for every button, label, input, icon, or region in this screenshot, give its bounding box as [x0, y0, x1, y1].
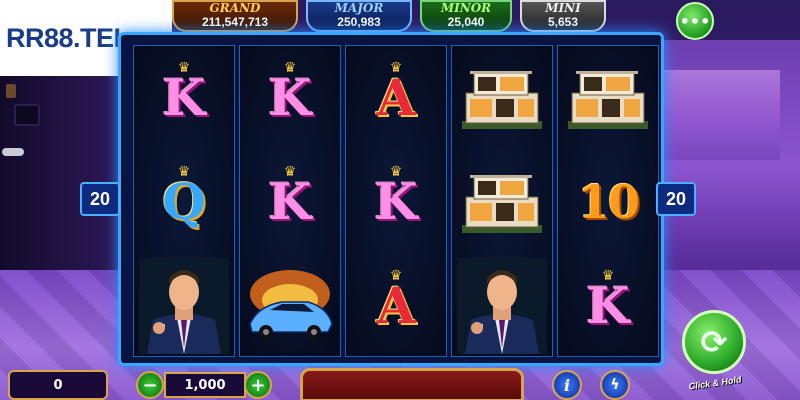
jackpot-mini: MINI 5,653 — [520, 0, 606, 32]
jackpot-grand: GRAND 211,547,713 — [172, 0, 298, 32]
reel-symbol: ♛ K — [134, 46, 234, 150]
building-symbol-icon — [568, 71, 648, 129]
crown-icon: ♛ — [389, 164, 403, 180]
card-symbol-k: K — [268, 172, 312, 231]
jackpot-major-label: MAJOR — [334, 1, 384, 15]
reel-symbol: ♛ K — [240, 150, 340, 254]
crown-icon: ♛ — [177, 164, 191, 180]
reel-symbol: 10 — [558, 150, 658, 254]
card-symbol-a: A — [376, 276, 416, 335]
jackpot-mini-value: 5,653 — [547, 15, 579, 29]
jackpot-minor: MINOR 25,040 — [420, 0, 512, 32]
bet-increase-button[interactable]: + — [244, 371, 272, 399]
reel-1: ♛ K ♛ Q — [133, 45, 235, 357]
reel-symbol: ♛ A — [346, 254, 446, 358]
building-symbol-icon — [462, 71, 542, 129]
crown-icon: ♛ — [177, 60, 191, 76]
bet-amount-display: 1,000 — [164, 372, 246, 398]
turbo-button[interactable]: ϟ — [600, 370, 630, 400]
crown-icon: ♛ — [283, 164, 297, 180]
jackpot-mini-label: MINI — [545, 1, 581, 15]
speaker-icon — [14, 104, 40, 126]
reel-2: ♛ K ♛ K — [239, 45, 341, 357]
jackpot-major-value: 250,983 — [337, 15, 381, 29]
gangster-symbol-icon — [139, 258, 229, 354]
reel-3: ♛ A ♛ K ♛ A — [345, 45, 447, 357]
reel-symbol — [452, 254, 552, 358]
bet-decrease-button[interactable]: − — [136, 371, 164, 399]
reel-symbol — [452, 150, 552, 254]
payline-count-right: 20 — [656, 182, 696, 216]
reel-symbol — [134, 254, 234, 358]
reel-symbol: ♛ A — [346, 46, 446, 150]
reel-symbol: ♛ Q — [134, 150, 234, 254]
center-plate — [300, 368, 524, 400]
card-symbol-a: A — [376, 68, 416, 127]
reel-symbol — [452, 46, 552, 150]
gangster-symbol-icon — [457, 258, 547, 354]
card-symbol-k: K — [586, 276, 630, 335]
info-icon: i — [563, 375, 571, 395]
payline-count-left: 20 — [80, 182, 120, 216]
game-screen: GRAND 211,547,713 MAJOR 250,983 MINOR 25… — [0, 0, 800, 400]
lamp-icon — [6, 84, 16, 98]
reel-symbol: ♛ K — [346, 150, 446, 254]
card-symbol-k: K — [162, 68, 206, 127]
reel-symbol — [558, 46, 658, 150]
lightning-icon: ϟ — [610, 377, 620, 393]
reel-symbol — [240, 254, 340, 358]
menu-button[interactable]: ••• — [676, 2, 714, 40]
win-display: 0 — [8, 370, 108, 400]
logo-text: RR88.TEL — [6, 23, 130, 54]
crown-icon: ♛ — [283, 60, 297, 76]
background-window — [660, 70, 780, 160]
logo-prefix: RR — [6, 22, 45, 53]
spin-button[interactable]: ⟳ — [682, 310, 746, 374]
refresh-icon: ⟳ — [700, 323, 728, 361]
stool-icon — [2, 148, 24, 156]
sports-car-symbol-icon — [249, 270, 333, 339]
reel-5: 10 ♛ K — [557, 45, 659, 357]
logo-suffix: 88.TEL — [44, 22, 130, 53]
jackpot-major: MAJOR 250,983 — [306, 0, 412, 32]
card-symbol-10: 10 — [577, 175, 640, 229]
jackpot-bar: GRAND 211,547,713 MAJOR 250,983 MINOR 25… — [172, 0, 622, 34]
card-symbol-q: Q — [162, 172, 206, 231]
reel-symbol: ♛ K — [558, 254, 658, 358]
jackpot-minor-value: 25,040 — [447, 15, 485, 29]
card-symbol-k: K — [374, 172, 418, 231]
reel-4 — [451, 45, 553, 357]
crown-icon: ♛ — [389, 268, 403, 284]
info-button[interactable]: i — [552, 370, 582, 400]
crown-icon: ♛ — [389, 60, 403, 76]
card-symbol-k: K — [268, 68, 312, 127]
crown-icon: ♛ — [601, 268, 615, 284]
jackpot-grand-label: GRAND — [209, 1, 261, 15]
jackpot-minor-label: MINOR — [440, 1, 492, 15]
minus-icon: − — [142, 374, 158, 396]
jackpot-grand-value: 211,547,713 — [201, 15, 269, 29]
plus-icon: + — [250, 374, 266, 396]
reel-frame: ♛ K ♛ Q ♛ K ♛ K ♛ A ♛ K ♛ A 10 ♛ K — [118, 32, 664, 366]
reel-symbol: ♛ K — [240, 46, 340, 150]
building-symbol-icon — [462, 175, 542, 233]
ellipsis-icon: ••• — [679, 11, 711, 31]
